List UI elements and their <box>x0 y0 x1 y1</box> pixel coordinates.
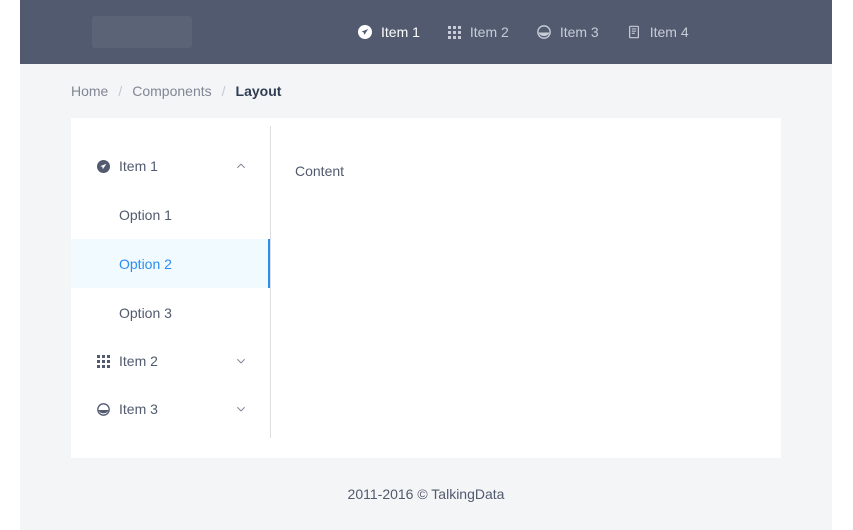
breadcrumb-separator: / <box>221 83 226 99</box>
navbar-menu: Item 1 Item 2 Item 3 Item 4 <box>344 0 703 64</box>
app-container: Item 1 Item 2 Item 3 Item 4 Home / Compo… <box>20 0 832 530</box>
nav-item-item-1[interactable]: Item 1 <box>344 0 434 64</box>
top-navbar: Item 1 Item 2 Item 3 Item 4 <box>20 0 832 64</box>
nav-item-item-3[interactable]: Item 3 <box>523 0 613 64</box>
breadcrumb-current: Layout <box>235 83 282 99</box>
breadcrumb-link-components[interactable]: Components <box>132 83 211 99</box>
sidebar-option-label: Option 1 <box>119 206 172 223</box>
grid-icon <box>95 354 111 368</box>
contrast-circle-icon <box>95 402 111 416</box>
sidebar-option-label: Option 3 <box>119 304 172 321</box>
sidebar-group-label: Item 3 <box>119 401 158 417</box>
nav-item-label: Item 4 <box>649 24 689 40</box>
sidebar-option-2[interactable]: Option 2 <box>71 239 271 288</box>
logo-placeholder[interactable] <box>92 16 192 48</box>
sidebar-group-item-2[interactable]: Item 2 <box>71 337 271 385</box>
content-text: Content <box>295 163 345 179</box>
breadcrumb: Home / Components / Layout <box>20 64 832 118</box>
sidebar-group-item-1[interactable]: Item 1 <box>71 142 271 190</box>
footer-copyright: 2011-2016 © TalkingData <box>347 486 505 502</box>
sidebar-option-label: Option 2 <box>119 255 172 272</box>
contrast-circle-icon <box>536 25 551 39</box>
navigation-arrow-icon <box>95 159 111 173</box>
breadcrumb-separator: / <box>118 83 123 99</box>
nav-item-label: Item 1 <box>381 24 420 40</box>
chevron-down-icon[interactable] <box>235 403 247 415</box>
grid-icon <box>447 25 461 39</box>
navigation-arrow-icon <box>358 25 372 39</box>
document-icon <box>627 25 641 39</box>
nav-item-item-4[interactable]: Item 4 <box>613 0 703 64</box>
sidebar-group-item-3[interactable]: Item 3 <box>71 385 271 433</box>
chevron-down-icon[interactable] <box>235 355 247 367</box>
nav-item-label: Item 2 <box>469 24 509 40</box>
footer: 2011-2016 © TalkingData <box>20 458 832 530</box>
main-content: Content <box>271 118 781 458</box>
sidebar-option-3[interactable]: Option 3 <box>71 288 271 337</box>
sidebar-menu: Item 1 Option 1 Option 2 Option 3 Item 2… <box>71 118 271 458</box>
sidebar-group-label: Item 2 <box>119 353 158 369</box>
sidebar-option-1[interactable]: Option 1 <box>71 190 271 239</box>
content-card: Item 1 Option 1 Option 2 Option 3 Item 2… <box>71 118 781 458</box>
nav-item-item-2[interactable]: Item 2 <box>434 0 523 64</box>
sidebar-group-label: Item 1 <box>119 158 158 174</box>
breadcrumb-link-home[interactable]: Home <box>71 83 108 99</box>
chevron-up-icon[interactable] <box>235 160 247 172</box>
nav-item-label: Item 3 <box>559 24 599 40</box>
